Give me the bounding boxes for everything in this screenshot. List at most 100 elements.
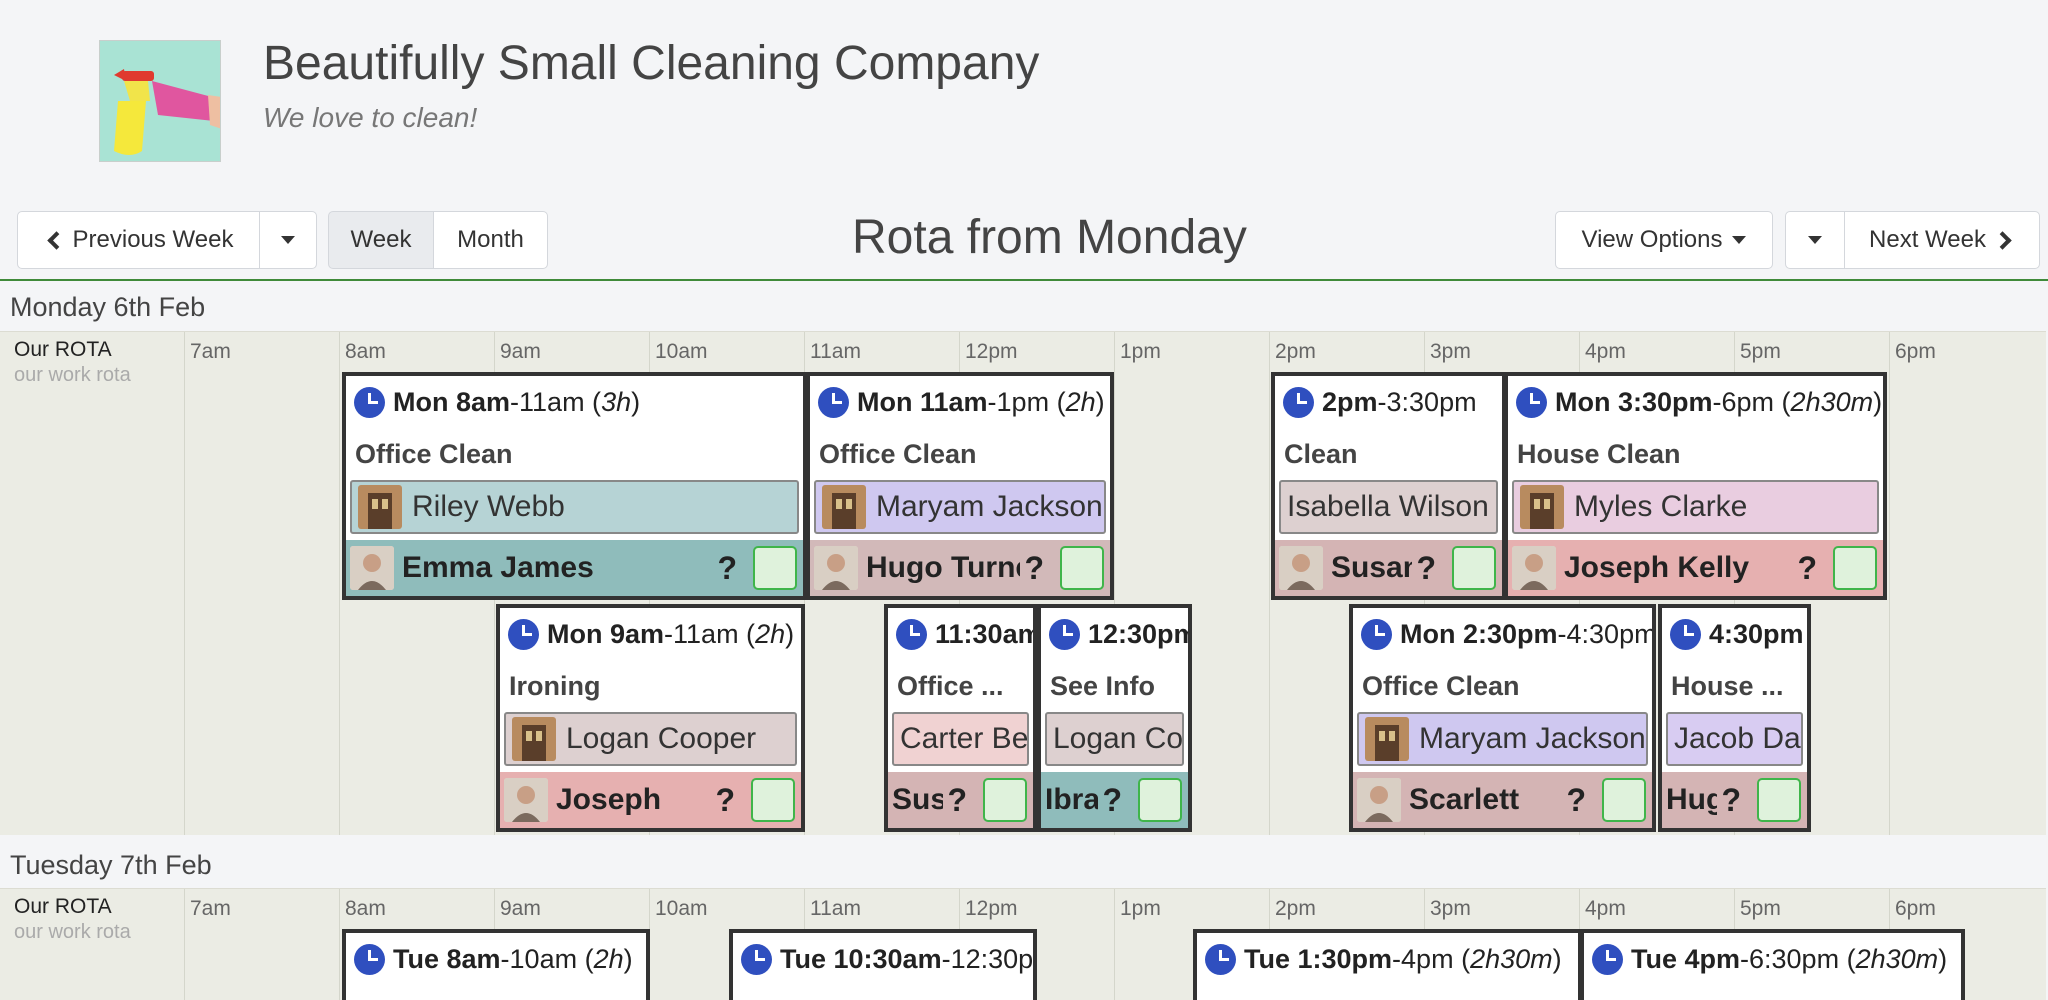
staff-row[interactable]: Susan? [888, 772, 1033, 828]
shift-card[interactable]: Tue 10:30am-12:30pm [729, 929, 1037, 1000]
chevron-right-icon [1993, 230, 2012, 250]
shift-time: Mon 11am -1pm (2h) [810, 376, 1110, 428]
rota-subtitle: our work rota [14, 364, 131, 386]
previous-week-dropdown[interactable] [259, 211, 317, 269]
hour-divider [1889, 332, 1890, 835]
confirm-checkbox[interactable] [1138, 778, 1182, 822]
client-chip[interactable]: Myles Clarke [1512, 480, 1879, 534]
staff-name: Joseph Kelly [1564, 551, 1750, 584]
next-week-dropdown[interactable] [1785, 211, 1845, 269]
shift-duration-close: ) [1938, 943, 1948, 974]
shift-card[interactable]: Mon 2:30pm -4:30pm Office Clean Maryam Jack… [1349, 604, 1656, 832]
shift-name: Office Clean [1362, 670, 1520, 701]
clock-icon [1361, 618, 1392, 650]
day-title: Tuesday 7th Feb [10, 850, 212, 880]
hour-label: 5pm [1740, 340, 1781, 363]
client-chip[interactable]: Jacob Davis [1666, 712, 1803, 766]
staff-name: Susan [1331, 551, 1413, 584]
caret-down-icon [281, 236, 295, 244]
shift-card[interactable]: 12:30pm See Info Logan Cooper Ibrahim? [1037, 604, 1192, 832]
client-chip[interactable]: Logan Cooper [504, 712, 797, 766]
staff-row[interactable]: Scarlett? [1353, 772, 1652, 828]
staff-row[interactable]: Hugo Turner? [810, 540, 1110, 596]
rota-name: Our ROTA [14, 338, 112, 361]
question-icon[interactable]: ? [1797, 550, 1817, 587]
shift-card[interactable]: Mon 11am -1pm (2h) Office Clean Maryam Jack… [806, 372, 1114, 600]
clock-icon [1592, 943, 1623, 975]
month-view-button[interactable]: Month [433, 211, 548, 269]
shift-duration: 2h30m [1855, 943, 1939, 974]
view-options-button[interactable]: View Options [1555, 211, 1773, 269]
staff-avatar [1357, 778, 1401, 822]
hour-label: 9am [500, 340, 541, 363]
client-chip[interactable]: Riley Webb [350, 480, 799, 534]
confirm-checkbox[interactable] [1757, 778, 1801, 822]
staff-row[interactable]: Joseph Kelly? [1508, 540, 1883, 596]
client-chip[interactable]: Maryam Jackson [1357, 712, 1648, 766]
staff-row[interactable]: Joseph? [500, 772, 801, 828]
client-chip[interactable]: Carter Bell [892, 712, 1029, 766]
client-name: Logan Cooper [566, 722, 757, 755]
shift-time: 4:30pm [1662, 608, 1807, 660]
week-view-button[interactable]: Week [328, 211, 434, 269]
confirm-checkbox[interactable] [1602, 778, 1646, 822]
confirm-checkbox[interactable] [1060, 546, 1104, 590]
shift-card[interactable]: Tue 1:30pm -4pm (2h30m) [1193, 929, 1582, 1000]
clock-icon [741, 943, 772, 975]
confirm-checkbox[interactable] [983, 778, 1027, 822]
shift-duration: 2h [593, 943, 624, 974]
hour-label: 2pm [1275, 897, 1316, 920]
shift-start-time: 4:30pm [1709, 618, 1804, 649]
question-icon[interactable]: ? [715, 782, 735, 819]
staff-row[interactable]: Emma James? [346, 540, 803, 596]
hour-label: 10am [655, 340, 708, 363]
shift-duration-close: ) [631, 386, 641, 417]
hour-label: 4pm [1585, 340, 1626, 363]
company-logo [99, 40, 221, 162]
question-icon[interactable]: ? [1566, 782, 1586, 819]
staff-name: Emma James [402, 551, 594, 584]
question-icon[interactable]: ? [1024, 550, 1044, 587]
clock-icon [1205, 943, 1236, 975]
confirm-checkbox[interactable] [1833, 546, 1877, 590]
question-icon[interactable]: ? [1416, 550, 1436, 587]
question-icon[interactable]: ? [1721, 782, 1741, 819]
shift-start-time: 12:30pm [1088, 618, 1188, 649]
client-chip[interactable]: Logan Cooper [1045, 712, 1184, 766]
client-avatar [1520, 485, 1564, 529]
confirm-checkbox[interactable] [753, 546, 797, 590]
client-chip[interactable]: Maryam Jackson [814, 480, 1106, 534]
next-week-button[interactable]: Next Week [1844, 211, 2040, 269]
shift-card[interactable]: 4:30pm House ... Jacob Davis Hugo? [1658, 604, 1811, 832]
client-name: Maryam Jackson [876, 490, 1103, 523]
title-divider [0, 279, 2048, 281]
shift-start-time: 11:30am [935, 618, 1033, 649]
shift-time: Tue 10:30am-12:30pm [733, 933, 1033, 985]
hour-divider [339, 332, 340, 835]
hour-label: 1pm [1120, 340, 1161, 363]
question-icon[interactable]: ? [947, 782, 967, 819]
clock-icon [354, 943, 385, 975]
hour-divider [1114, 889, 1115, 1000]
shift-card[interactable]: Tue 4pm -6:30pm (2h30m) [1580, 929, 1965, 1000]
staff-row[interactable]: Ibrahim? [1041, 772, 1188, 828]
clock-icon [1283, 386, 1314, 418]
confirm-checkbox[interactable] [1452, 546, 1496, 590]
shift-card[interactable]: Tue 8am -10am (2h) [342, 929, 650, 1000]
previous-week-button[interactable]: Previous Week [17, 211, 260, 269]
shift-duration-close: ) [1873, 386, 1883, 417]
shift-card[interactable]: Mon 8am -11am (3h) Office Clean Riley Webb E… [342, 372, 807, 600]
shift-end-time: -3:30pm [1377, 386, 1477, 417]
shift-card[interactable]: Mon 9am -11am (2h) Ironing Logan Cooper Jose… [496, 604, 805, 832]
shift-card[interactable]: 2pm -3:30pm Clean Isabella Wilson Susan? [1271, 372, 1506, 600]
client-chip[interactable]: Isabella Wilson [1279, 480, 1498, 534]
staff-row[interactable]: Hugo? [1662, 772, 1807, 828]
staff-row[interactable]: Susan? [1275, 540, 1502, 596]
shift-card[interactable]: Mon 3:30pm -6pm (2h30m) House Clean Myles C… [1504, 372, 1887, 600]
question-icon[interactable]: ? [717, 550, 737, 587]
question-icon[interactable]: ? [1102, 782, 1122, 819]
shift-card[interactable]: 11:30am Office ... Carter Bell Susan? [884, 604, 1037, 832]
staff-avatar [1279, 546, 1323, 590]
confirm-checkbox[interactable] [751, 778, 795, 822]
client-name: Myles Clarke [1574, 490, 1748, 523]
